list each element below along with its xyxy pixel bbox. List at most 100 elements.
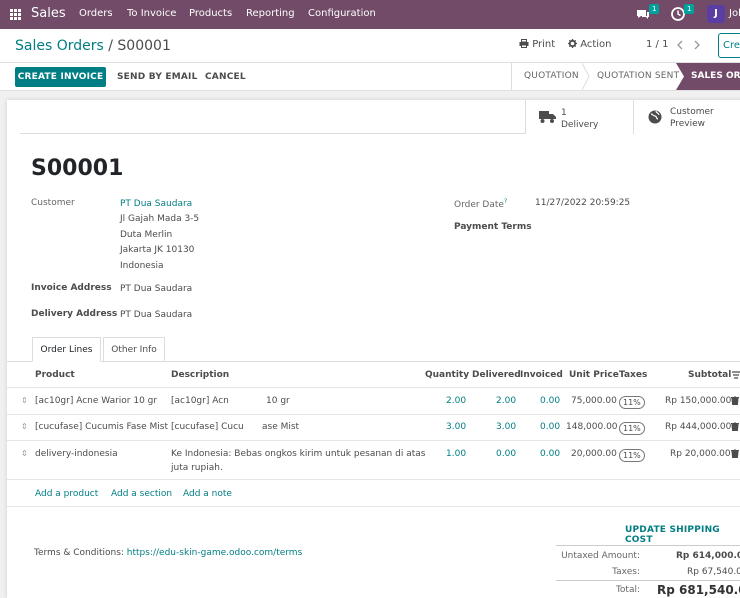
action-button[interactable]: Action	[568, 39, 612, 50]
customer-preview-button[interactable]: Customer Preview	[633, 100, 740, 134]
delivery-smart-button[interactable]: 1 Delivery	[525, 100, 633, 134]
tab-other-info[interactable]: Other Info	[103, 337, 165, 362]
row-product[interactable]: delivery-indonesia	[35, 449, 118, 459]
row-tax-badge[interactable]: 11%	[619, 449, 645, 462]
menu-to-invoice[interactable]: To Invoice	[127, 8, 176, 19]
activity-badge: 1	[684, 4, 695, 14]
row-unit-price[interactable]: 75,000.00	[571, 396, 617, 406]
chevron-right-icon[interactable]	[693, 40, 701, 50]
terms-conditions: Terms & Conditions: https://edu-skin-gam…	[34, 548, 302, 558]
status-quotation[interactable]: QUOTATION	[524, 63, 579, 90]
row-subtotal: Rp 150,000.00	[665, 396, 732, 406]
row-description-tail: ase Mist	[262, 422, 300, 432]
button-bar: CREATE INVOICE SEND BY EMAIL CANCEL QUOT…	[0, 63, 740, 91]
invoice-address-label: Invoice Address	[31, 283, 112, 293]
menu-orders[interactable]: Orders	[79, 8, 113, 19]
app-name[interactable]: Sales	[31, 6, 66, 21]
pager-value[interactable]: 1 / 1	[646, 39, 668, 50]
top-navbar: Sales Orders To Invoice Products Reporti…	[0, 0, 740, 29]
row-divider	[7, 440, 740, 441]
row-tax-badge[interactable]: 11%	[619, 396, 645, 409]
row-quantity[interactable]: 3.00	[446, 422, 466, 432]
customer-link[interactable]: PT Dua Saudara	[120, 199, 192, 209]
menu-configuration[interactable]: Configuration	[308, 8, 376, 19]
col-product[interactable]: Product	[35, 370, 75, 380]
preview-line1: Customer	[670, 107, 714, 117]
col-description[interactable]: Description	[171, 370, 229, 380]
row-delivered[interactable]: 2.00	[496, 396, 516, 406]
delivery-count: 1	[561, 108, 567, 118]
row-quantity[interactable]: 1.00	[446, 449, 466, 459]
print-icon	[519, 39, 529, 48]
create-button[interactable]: Create	[718, 33, 740, 58]
row-unit-price[interactable]: 20,000.00	[571, 449, 617, 459]
delivery-address-value[interactable]: PT Dua Saudara	[120, 310, 192, 320]
send-by-email-button[interactable]: SEND BY EMAIL	[117, 72, 198, 82]
address-line-1: Jl Gajah Mada 3-5	[120, 214, 200, 224]
chevron-left-icon[interactable]	[676, 40, 684, 50]
row-description-tail: juta rupiah.	[171, 463, 223, 473]
gear-icon	[568, 39, 577, 48]
trash-icon[interactable]	[731, 396, 739, 405]
row-unit-price[interactable]: 148,000.00	[566, 422, 618, 432]
add-section-link[interactable]: Add a section	[111, 489, 172, 499]
menu-reporting[interactable]: Reporting	[246, 8, 295, 19]
row-product[interactable]: [ac10gr] Acne Warior 10 gr	[35, 396, 157, 406]
header-divider	[7, 387, 740, 388]
drag-handle-icon[interactable]: ⇕	[21, 422, 28, 431]
status-sales-order[interactable]: SALES ORDER	[676, 63, 740, 90]
row-delivered[interactable]: 3.00	[496, 422, 516, 432]
create-invoice-button[interactable]: CREATE INVOICE	[15, 67, 106, 87]
untaxed-value: Rp 614,000.00	[676, 551, 740, 561]
total-label: Total:	[615, 585, 640, 595]
col-taxes[interactable]: Taxes	[619, 370, 647, 380]
column-options-icon[interactable]	[732, 371, 740, 380]
avatar[interactable]: J	[707, 5, 725, 23]
row-delivered[interactable]: 0.00	[496, 449, 516, 459]
status-quotation-sent[interactable]: QUOTATION SENT	[597, 63, 679, 90]
update-shipping-button[interactable]: UPDATE SHIPPING COST	[625, 525, 740, 545]
invoice-address-value[interactable]: PT Dua Saudara	[120, 284, 192, 294]
help-icon[interactable]: ?	[504, 198, 507, 205]
lines-bottom-divider	[7, 506, 740, 507]
drag-handle-icon[interactable]: ⇕	[21, 449, 28, 458]
row-description[interactable]: [ac10gr] Acn	[171, 396, 229, 406]
cancel-button[interactable]: CANCEL	[205, 72, 246, 82]
tab-order-lines[interactable]: Order Lines	[32, 337, 101, 362]
address-line-3: Jakarta JK 10130	[120, 245, 195, 255]
terms-link[interactable]: https://edu-skin-game.odoo.com/terms	[127, 548, 302, 558]
breadcrumb-sales-orders[interactable]: Sales Orders	[15, 38, 104, 54]
trash-icon[interactable]	[731, 449, 739, 458]
row-divider	[7, 414, 740, 415]
drag-handle-icon[interactable]: ⇕	[21, 396, 28, 405]
delivery-address-label: Delivery Address	[31, 309, 118, 319]
order-date-value[interactable]: 11/27/2022 20:59:25	[535, 198, 630, 208]
add-note-link[interactable]: Add a note	[183, 489, 232, 499]
col-invoiced[interactable]: Invoiced	[520, 370, 563, 380]
col-unit-price[interactable]: Unit Price	[569, 370, 619, 380]
customer-label: Customer	[31, 198, 75, 208]
preview-line2: Preview	[670, 119, 706, 129]
control-panel: Sales Orders / S00001 Print Action 1 / 1…	[0, 29, 740, 63]
row-tax-badge[interactable]: 11%	[619, 422, 645, 435]
add-product-link[interactable]: Add a product	[35, 489, 98, 499]
row-product[interactable]: [cucufase] Cucumis Fase Mist	[35, 422, 168, 432]
status-arrow-icon	[582, 63, 590, 90]
menu-products[interactable]: Products	[189, 8, 232, 19]
col-quantity[interactable]: Quantity	[425, 370, 469, 380]
apps-menu-icon[interactable]	[10, 9, 21, 20]
row-description[interactable]: Ke Indonesia: Bebas ongkos kirim untuk p…	[171, 449, 425, 459]
col-subtotal[interactable]: Subtotal	[688, 370, 731, 380]
print-button[interactable]: Print	[519, 39, 555, 50]
action-label: Action	[580, 39, 612, 50]
row-subtotal: Rp 20,000.00	[670, 449, 731, 459]
user-name[interactable]: John	[729, 8, 740, 19]
status-divider	[511, 63, 512, 90]
row-quantity[interactable]: 2.00	[446, 396, 466, 406]
col-delivered[interactable]: Delivered	[472, 370, 521, 380]
order-title: S00001	[31, 156, 124, 181]
row-description[interactable]: [cucufase] Cucu	[171, 422, 244, 432]
delivery-label: Delivery	[561, 120, 599, 130]
chat-badge: 1	[649, 4, 660, 14]
trash-icon[interactable]	[731, 422, 739, 431]
